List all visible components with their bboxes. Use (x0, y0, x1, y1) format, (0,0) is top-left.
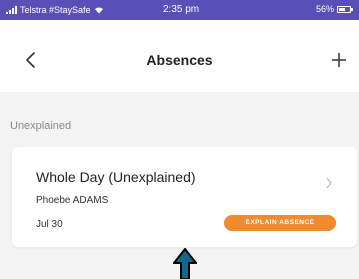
absence-date: Jul 30 (36, 219, 63, 230)
pointer-arrow-icon (173, 248, 197, 279)
status-bar: Telstra #StaySafe 2:35 pm 56% (0, 0, 359, 20)
wifi-icon (94, 7, 103, 14)
signal-icon (6, 6, 17, 14)
absence-card[interactable]: Whole Day (Unexplained) Phoebe ADAMS Jul… (12, 147, 357, 247)
page-title: Absences (146, 52, 213, 68)
carrier-group: Telstra #StaySafe (6, 5, 104, 15)
carrier-name: Telstra #StaySafe (20, 5, 91, 15)
plus-icon[interactable] (329, 50, 349, 70)
student-name: Phoebe ADAMS (36, 195, 109, 206)
battery-icon (337, 5, 353, 13)
section-header-unexplained: Unexplained (10, 120, 72, 132)
battery-group: 56% (315, 4, 353, 14)
chevron-right-icon (326, 177, 332, 189)
battery-percent: 56% (315, 4, 334, 14)
status-time: 2:35 pm (163, 4, 200, 15)
explain-absence-button[interactable]: EXPLAIN ABSENCE (224, 215, 336, 231)
navigation-bar: Absences (0, 20, 359, 92)
absence-title: Whole Day (Unexplained) (36, 169, 196, 185)
